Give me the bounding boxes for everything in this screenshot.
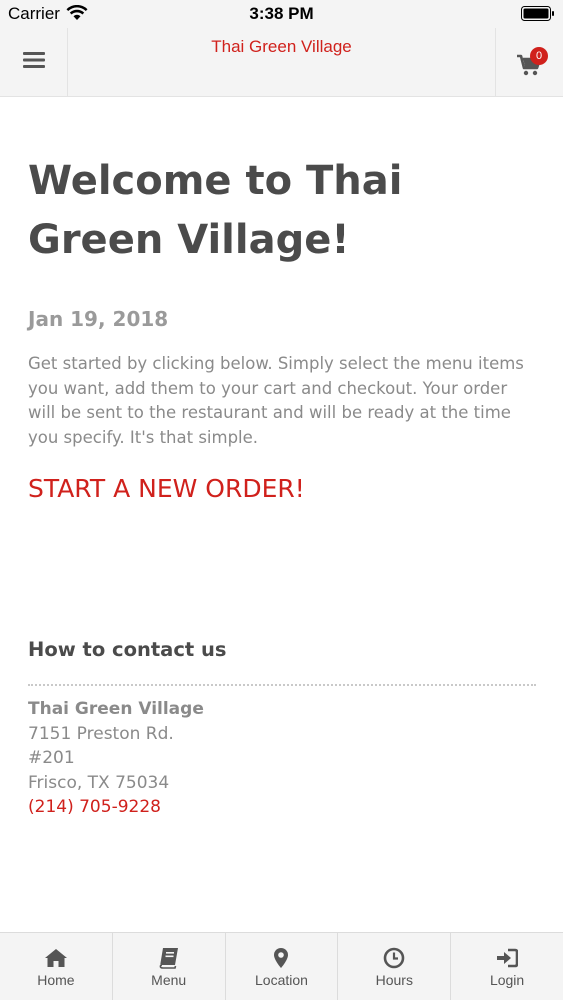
intro-text: Get started by clicking below. Simply se… [28, 354, 524, 447]
tab-home-label: Home [37, 972, 75, 988]
cart-button[interactable]: 0 [495, 28, 563, 96]
hamburger-icon [22, 51, 45, 73]
clock-icon [383, 947, 405, 969]
post-date: Jan 19, 2018 [28, 307, 169, 331]
menu-button[interactable] [0, 28, 68, 96]
contact-name: Thai Green Village [28, 699, 204, 719]
start-order-link[interactable]: START A NEW ORDER! [28, 474, 305, 503]
tab-home[interactable]: Home [0, 933, 113, 1000]
tab-login[interactable]: Login [451, 933, 563, 1000]
tab-hours-label: Hours [375, 972, 413, 988]
contact-details: Thai Green Village 7151 Preston Rd. #201… [28, 697, 204, 820]
battery-icon [521, 6, 555, 21]
app-screen: Carrier 3:38 PM Thai Green Village 0 Wel… [0, 0, 563, 1000]
phone-link[interactable]: (214) 705-9228 [28, 795, 204, 820]
status-time: 3:38 PM [249, 4, 314, 23]
tab-hours[interactable]: Hours [338, 933, 452, 1000]
address-line-2: #201 [28, 748, 75, 768]
map-pin-icon [273, 947, 289, 969]
status-bar: Carrier 3:38 PM [0, 0, 563, 28]
tab-location[interactable]: Location [226, 933, 339, 1000]
address-line-1: 7151 Preston Rd. [28, 723, 174, 744]
city-state-zip: Frisco, TX 75034 [28, 772, 170, 793]
app-header: Thai Green Village 0 [0, 28, 563, 97]
tab-login-label: Login [489, 972, 525, 988]
contact-heading: How to contact us [28, 638, 227, 661]
restaurant-title: Thai Green Village [211, 37, 352, 56]
cart-count-badge: 0 [530, 47, 548, 65]
home-icon [44, 947, 68, 969]
tab-menu[interactable]: Menu [113, 933, 226, 1000]
bottom-tab-bar: Home Menu Location Hours Login [0, 932, 563, 1000]
book-icon [159, 947, 179, 969]
page-title: Welcome to Thai Green Village! [28, 158, 403, 263]
sign-in-icon [496, 947, 519, 969]
tab-location-label: Location [255, 972, 308, 988]
tab-menu-label: Menu [151, 972, 187, 988]
divider [28, 684, 536, 686]
